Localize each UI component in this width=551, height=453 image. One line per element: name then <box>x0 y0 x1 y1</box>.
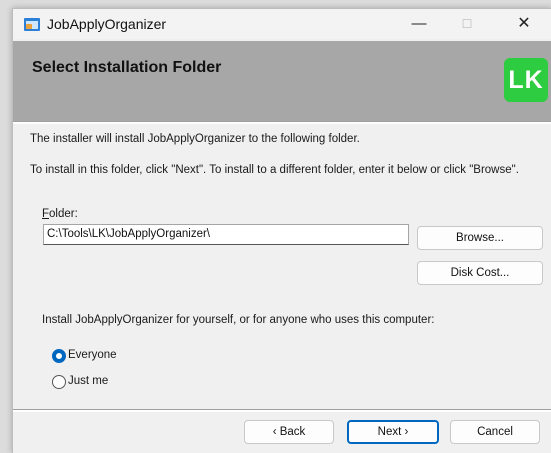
window-title: JobApplyOrganizer <box>47 16 167 32</box>
cancel-button[interactable]: Cancel <box>450 420 540 444</box>
header-divider <box>13 121 551 124</box>
close-button[interactable]: ✕ <box>496 9 551 39</box>
folder-label-rest: older: <box>49 208 78 220</box>
back-button[interactable]: ‹ Back <box>244 420 334 444</box>
installer-app-icon <box>24 18 40 31</box>
lk-logo: LK <box>504 58 548 102</box>
header-banner: Select Installation Folder LK <box>13 41 551 121</box>
folder-path-input[interactable]: C:\Tools\LK\JobApplyOrganizer\ <box>43 224 409 245</box>
disk-cost-button[interactable]: Disk Cost... <box>417 261 543 285</box>
browse-button[interactable]: Browse... <box>417 226 543 250</box>
folder-label: Folder: <box>42 208 78 220</box>
installer-window: JobApplyOrganizer — ☐ ✕ Select Installat… <box>12 8 551 453</box>
radio-everyone-label: Everyone <box>68 349 117 361</box>
minimize-button[interactable]: — <box>396 9 442 39</box>
install-for-question: Install JobApplyOrganizer for yourself, … <box>42 314 435 326</box>
radio-unselected-indicator[interactable] <box>52 375 66 389</box>
page-title: Select Installation Folder <box>32 59 222 76</box>
maximize-button[interactable]: ☐ <box>444 9 490 39</box>
folder-label-accelerator: F <box>42 208 50 220</box>
radio-just-me-label: Just me <box>68 375 109 387</box>
intro-text: The installer will install JobApplyOrgan… <box>30 133 360 145</box>
instructions-text: To install in this folder, click "Next".… <box>30 164 519 176</box>
title-bar: JobApplyOrganizer — ☐ ✕ <box>13 9 551 39</box>
next-button[interactable]: Next › <box>347 420 439 444</box>
footer-divider <box>13 409 551 412</box>
radio-selected-indicator[interactable] <box>52 349 66 363</box>
